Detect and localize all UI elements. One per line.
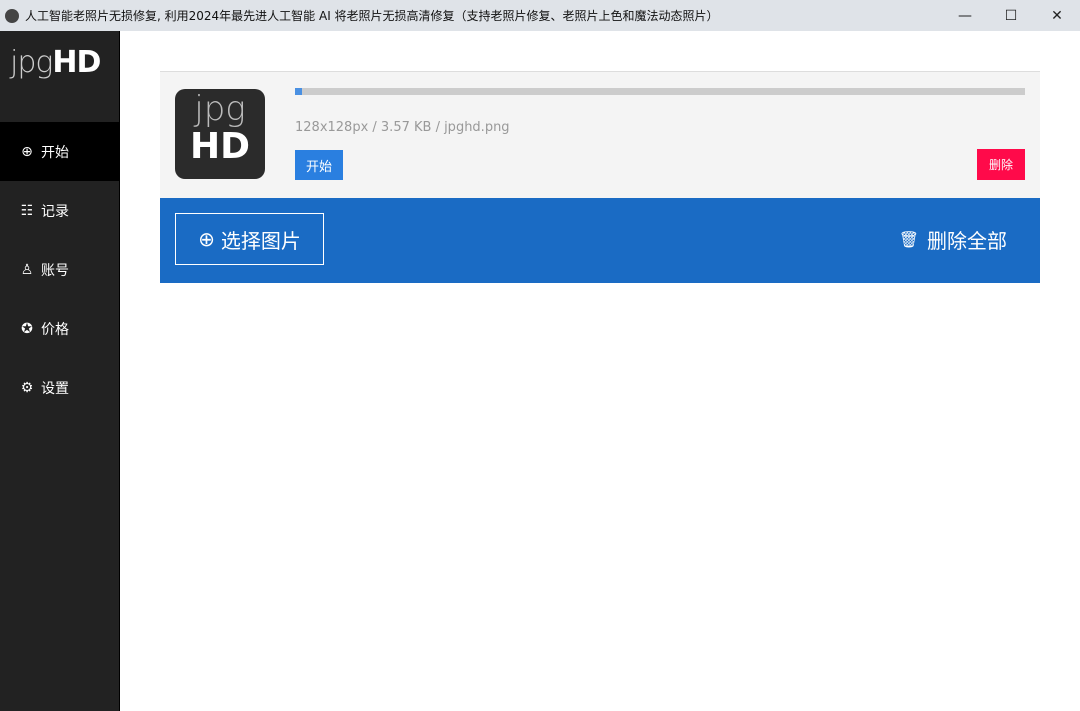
plus-circle-icon: ⊕ bbox=[21, 143, 33, 160]
maximize-button[interactable]: ☐ bbox=[988, 0, 1034, 31]
window-title: 人工智能老照片无损修复, 利用2024年最先进人工智能 AI 将老照片无损高清修… bbox=[25, 9, 719, 23]
app-globe-icon bbox=[5, 8, 19, 23]
sidebar-item-account[interactable]: ♙ 账号 bbox=[0, 240, 119, 299]
sidebar-item-settings[interactable]: ⚙ 设置 bbox=[0, 358, 119, 417]
sidebar-item-label: 记录 bbox=[41, 203, 69, 220]
delete-all-button[interactable]: 🗑 删除全部 bbox=[899, 225, 1007, 254]
minimize-button[interactable]: — bbox=[942, 0, 988, 31]
sidebar: jpgHD ⊕ 开始 ☷ 记录 ♙ 账号 ✪ 价格 ⚙ 设置 bbox=[0, 31, 120, 711]
file-info: 128x128px / 3.57 KB / jpghd.png bbox=[295, 120, 510, 135]
logo-light: jpg bbox=[10, 45, 53, 80]
sidebar-item-records[interactable]: ☷ 记录 bbox=[0, 181, 119, 240]
trash-icon: 🗑 bbox=[898, 230, 919, 249]
progress-bar bbox=[295, 88, 1025, 95]
file-card: jpg HD 128x128px / 3.57 KB / jpghd.png 开… bbox=[160, 71, 1040, 198]
start-button[interactable]: 开始 bbox=[295, 150, 343, 180]
sidebar-item-start[interactable]: ⊕ 开始 bbox=[0, 122, 119, 181]
thumb-text-bottom: HD bbox=[189, 126, 250, 167]
sidebar-item-label: 开始 bbox=[41, 144, 69, 161]
title-bar: 人工智能老照片无损修复, 利用2024年最先进人工智能 AI 将老照片无损高清修… bbox=[0, 0, 1080, 31]
delete-all-label: 删除全部 bbox=[927, 229, 1007, 253]
action-bar: ⊕ 选择图片 🗑 删除全部 bbox=[160, 198, 1040, 283]
thumb-text-top: jpg bbox=[194, 89, 246, 129]
logo: jpgHD bbox=[0, 31, 119, 122]
list-icon: ☷ bbox=[20, 202, 34, 219]
sidebar-item-label: 账号 bbox=[41, 262, 69, 279]
sidebar-item-label: 设置 bbox=[41, 380, 69, 397]
delete-button[interactable]: 删除 bbox=[977, 149, 1025, 180]
close-button[interactable]: ✕ bbox=[1034, 0, 1080, 31]
logo-bold: HD bbox=[52, 45, 101, 80]
sidebar-item-label: 价格 bbox=[41, 321, 69, 338]
progress-fill bbox=[295, 88, 303, 95]
choose-image-button[interactable]: ⊕ 选择图片 bbox=[175, 213, 324, 265]
file-thumbnail: jpg HD bbox=[175, 89, 265, 179]
user-icon: ♙ bbox=[20, 261, 34, 278]
gear-icon: ⚙ bbox=[20, 379, 34, 396]
sidebar-item-pricing[interactable]: ✪ 价格 bbox=[0, 299, 119, 358]
plus-circle-icon: ⊕ bbox=[198, 227, 215, 251]
award-icon: ✪ bbox=[21, 320, 33, 337]
choose-image-label: 选择图片 bbox=[220, 228, 301, 253]
